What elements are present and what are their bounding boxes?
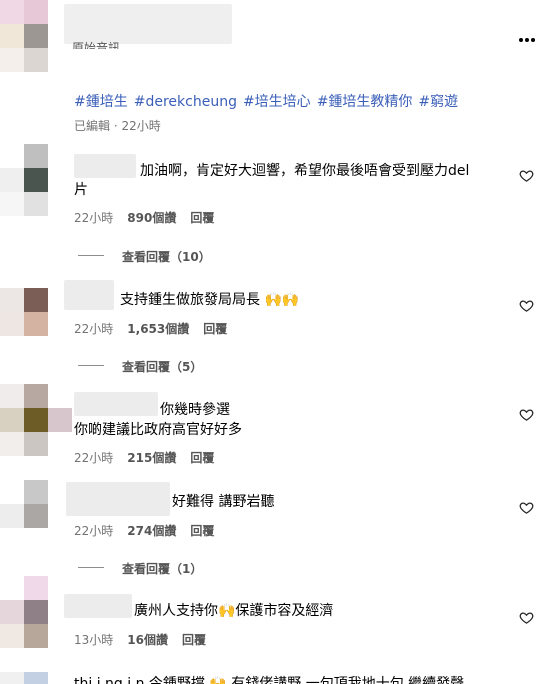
more-dots-icon	[519, 38, 535, 42]
like-count[interactable]: 16個讚	[127, 633, 168, 647]
like-count[interactable]: 274個讚	[127, 524, 176, 538]
heart-icon[interactable]	[519, 610, 534, 625]
username-redacted[interactable]	[74, 154, 136, 178]
comment-text: 加油啊，肯定好大迴響，希望你最後唔會受到壓力del	[140, 163, 470, 179]
comment-meta: 22小時 890個讚 回覆	[74, 209, 228, 226]
username-redacted[interactable]	[64, 4, 232, 44]
avatar[interactable]	[24, 288, 48, 312]
view-replies-button[interactable]: 查看回覆（5）	[122, 358, 202, 375]
comment-text: 廣州人支持你🙌保護市容及經濟	[134, 603, 334, 619]
comment-text: 好難得 講野岩聽	[172, 494, 275, 510]
reply-button[interactable]: 回覆	[203, 322, 227, 336]
like-count[interactable]: 1,653個讚	[127, 322, 189, 336]
view-replies-button[interactable]: 查看回覆（10）	[122, 248, 211, 265]
username-redacted[interactable]	[64, 594, 132, 618]
edited-time: 已編輯 · 22小時	[74, 119, 161, 133]
reply-button[interactable]: 回覆	[190, 211, 214, 225]
view-replies-button[interactable]: 查看回覆（1）	[122, 560, 202, 577]
hashtag-link[interactable]: #培生培心	[243, 94, 311, 110]
reply-button[interactable]: 回覆	[182, 633, 206, 647]
hashtag-line: #鍾培生 #derekcheung #培生培心 #鍾培生教精你 #窮遊	[74, 91, 464, 111]
divider-line	[78, 255, 104, 256]
avatar[interactable]	[24, 384, 48, 408]
username-redacted[interactable]	[64, 280, 114, 310]
hashtag-link[interactable]: #derekcheung	[134, 94, 237, 110]
divider-line	[78, 567, 104, 568]
comment-text: 你幾時參選	[160, 402, 230, 418]
hashtag-link[interactable]: #鍾培生	[74, 94, 128, 110]
avatar[interactable]	[0, 0, 24, 24]
like-count[interactable]: 890個讚	[127, 211, 176, 225]
avatar[interactable]	[24, 480, 48, 504]
like-count[interactable]: 215個讚	[127, 451, 176, 465]
comment-time[interactable]: 13小時	[74, 633, 113, 647]
comment-text: 你啲建議比政府高官好好多	[74, 422, 242, 438]
audio-label[interactable]: 原始音訊	[72, 39, 120, 49]
comment-time[interactable]: 22小時	[74, 524, 113, 538]
comment-meta: 22小時 274個讚 回覆	[74, 522, 228, 539]
comment-time[interactable]: 22小時	[74, 451, 113, 465]
comment-text: 支持鍾生做旅發局局長 🙌🙌	[120, 292, 300, 308]
divider-line	[78, 365, 104, 366]
avatar[interactable]	[24, 144, 48, 168]
avatar[interactable]	[24, 600, 48, 624]
comment-time[interactable]: 22小時	[74, 322, 113, 336]
comment-time[interactable]: 22小時	[74, 211, 113, 225]
heart-icon[interactable]	[519, 500, 534, 515]
hashtag-link[interactable]: #鍾培生教精你	[317, 94, 413, 110]
comment-text: thi.i.ng.i.n 今鍾野撐 🙌 有錢佬講野 一句頂我地十句 繼續發聲	[74, 676, 465, 684]
hashtag-link[interactable]: #窮遊	[418, 94, 458, 110]
reply-button[interactable]: 回覆	[190, 524, 214, 538]
comment-meta: 13小時 16個讚 回覆	[74, 631, 220, 648]
username-redacted[interactable]	[74, 392, 158, 416]
heart-icon[interactable]	[519, 407, 534, 422]
heart-icon[interactable]	[519, 168, 534, 183]
username-redacted[interactable]	[66, 482, 170, 516]
comment-meta: 22小時 1,653個讚 回覆	[74, 320, 241, 337]
comment-meta: 22小時 215個讚 回覆	[74, 449, 228, 466]
more-options-button[interactable]	[518, 27, 536, 48]
comment-text: 片	[74, 182, 88, 198]
reply-button[interactable]: 回覆	[190, 451, 214, 465]
heart-icon[interactable]	[519, 298, 534, 313]
